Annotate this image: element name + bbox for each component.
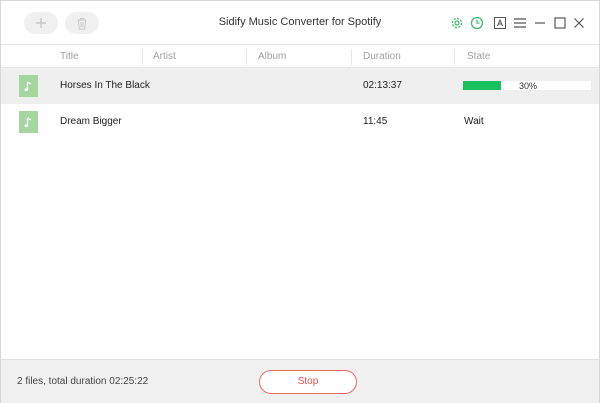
- column-divider: [454, 49, 455, 65]
- trash-icon: [77, 17, 87, 29]
- column-header-state[interactable]: State: [467, 46, 490, 68]
- hamburger-menu-icon: [514, 18, 526, 28]
- column-divider: [246, 49, 247, 65]
- column-header-artist[interactable]: Artist: [153, 46, 176, 68]
- table-row[interactable]: Dream Bigger 11:45 Wait: [1, 104, 599, 140]
- gear-icon: [451, 17, 463, 29]
- column-header-duration[interactable]: Duration: [363, 46, 401, 68]
- font-button[interactable]: [491, 14, 509, 32]
- close-icon: [574, 18, 584, 28]
- menu-button[interactable]: [511, 14, 529, 32]
- track-duration: 02:13:37: [363, 80, 402, 91]
- delete-button[interactable]: [65, 12, 99, 34]
- add-button[interactable]: [24, 12, 58, 34]
- track-title: Horses In The Black: [60, 80, 150, 91]
- progress-percent: 30%: [519, 81, 538, 91]
- minimize-button[interactable]: [531, 14, 549, 32]
- status-footer: 2 files, total duration 02:25:22 Stop: [1, 359, 599, 403]
- column-header-title[interactable]: Title: [60, 46, 79, 68]
- music-note-icon: [24, 116, 32, 127]
- track-thumbnail: [19, 75, 38, 97]
- maximize-button[interactable]: [551, 14, 569, 32]
- maximize-icon: [554, 17, 566, 29]
- track-thumbnail: [19, 111, 38, 133]
- app-window: Sidify Music Converter for Spotify Title…: [0, 0, 600, 403]
- settings-button[interactable]: [448, 14, 466, 32]
- stop-button[interactable]: Stop: [259, 370, 357, 394]
- table-header: Title Artist Album Duration State: [1, 46, 599, 68]
- track-state: Wait: [464, 116, 484, 127]
- track-duration: 11:45: [363, 116, 388, 127]
- font-a-icon: [494, 17, 506, 29]
- column-divider: [142, 49, 143, 65]
- title-bar: Sidify Music Converter for Spotify: [1, 1, 599, 45]
- file-summary: 2 files, total duration 02:25:22: [17, 376, 149, 387]
- column-divider: [351, 49, 352, 65]
- minimize-icon: [535, 22, 545, 24]
- clock-icon: [470, 16, 484, 30]
- close-button[interactable]: [570, 14, 588, 32]
- history-button[interactable]: [468, 14, 486, 32]
- table-row[interactable]: Horses In The Black 02:13:37 30%: [1, 68, 599, 104]
- plus-icon: [36, 18, 46, 28]
- music-note-icon: [24, 80, 32, 91]
- track-title: Dream Bigger: [60, 116, 122, 127]
- progress-fill: [463, 81, 501, 90]
- column-header-album[interactable]: Album: [258, 46, 286, 68]
